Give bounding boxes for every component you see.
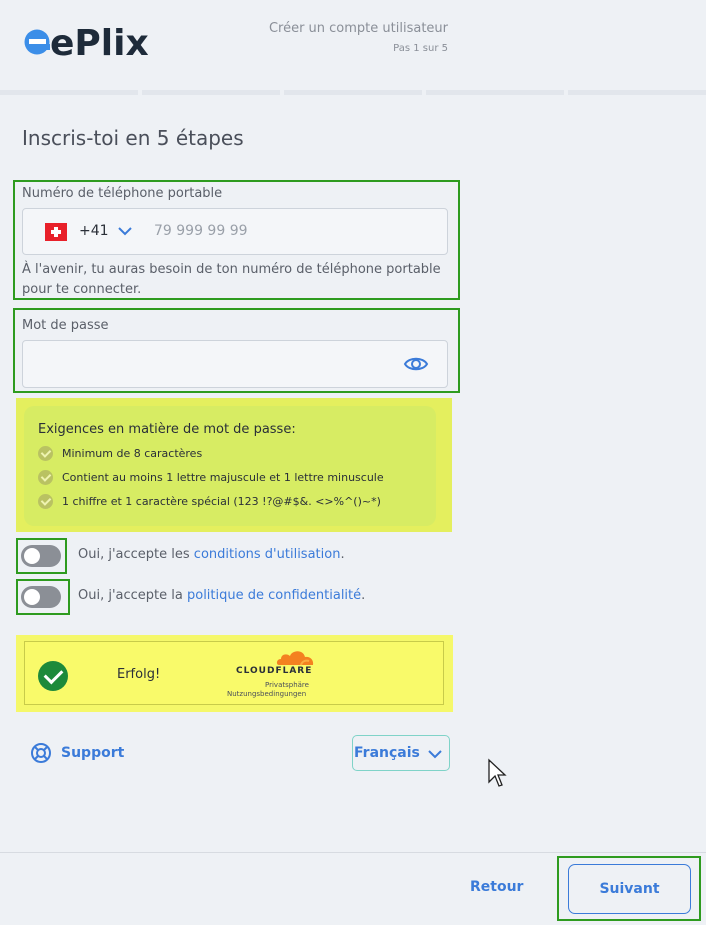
page-title: Inscris-toi en 5 étapes bbox=[22, 126, 244, 150]
next-button[interactable]: Suivant bbox=[568, 864, 691, 914]
header-title: Créer un compte utilisateur bbox=[268, 21, 448, 36]
support-link[interactable]: Support bbox=[30, 742, 124, 764]
requirement-text: Contient au moins 1 lettre majuscule et … bbox=[62, 471, 384, 484]
password-input[interactable] bbox=[22, 340, 448, 388]
support-label: Support bbox=[61, 745, 125, 761]
progress-segment bbox=[568, 90, 706, 95]
captcha-terms-link[interactable]: Nutzungsbedingungen bbox=[227, 690, 306, 698]
language-select[interactable]: Français bbox=[352, 735, 450, 771]
progress-segment bbox=[426, 90, 564, 95]
check-icon bbox=[38, 470, 53, 485]
cloudflare-brand: CLOUDFLARE bbox=[236, 666, 313, 676]
phone-label: Numéro de téléphone portable bbox=[22, 186, 223, 201]
requirement-text: Minimum de 8 caractères bbox=[62, 447, 203, 460]
header-text: Créer un compte utilisateur Pas 1 sur 5 bbox=[269, 21, 448, 54]
lifebuoy-icon bbox=[31, 743, 51, 763]
phone-helper-text: À l'avenir, tu auras besoin de ton numér… bbox=[22, 262, 441, 297]
captcha-widget[interactable]: Erfolg! CLOUDFLARE Privatsphäre Nutzungs… bbox=[24, 641, 444, 705]
progress-segment bbox=[284, 90, 422, 95]
privacy-toggle[interactable] bbox=[21, 586, 61, 608]
progress-segment bbox=[0, 90, 138, 95]
eye-icon[interactable] bbox=[403, 353, 429, 375]
privacy-consent: Oui, j'accepte la politique de confident… bbox=[78, 588, 365, 603]
swiss-flag-icon bbox=[45, 223, 67, 241]
captcha-privacy-link[interactable]: Privatsphäre bbox=[265, 681, 309, 689]
check-icon bbox=[38, 446, 53, 461]
progress-segment bbox=[142, 90, 280, 95]
terms-consent: Oui, j'accepte les conditions d'utilisat… bbox=[78, 547, 345, 562]
phone-placeholder: 79 999 99 99 bbox=[154, 223, 248, 239]
country-code[interactable]: +41 bbox=[79, 223, 109, 239]
back-button[interactable]: Retour bbox=[470, 879, 523, 895]
step-indicator: Pas 1 sur 5 bbox=[393, 43, 448, 54]
toggle-knob bbox=[24, 548, 40, 564]
privacy-suffix: . bbox=[361, 588, 366, 603]
privacy-link[interactable]: politique de confidentialité bbox=[187, 588, 361, 603]
toggle-knob bbox=[24, 589, 40, 605]
logo-text: ePlix bbox=[50, 23, 148, 62]
mouse-cursor-icon bbox=[488, 758, 507, 787]
password-requirements: Exigences en matière de mot de passe: Mi… bbox=[24, 406, 436, 526]
chevron-down-icon bbox=[428, 750, 442, 759]
requirement-item: 1 chiffre et 1 caractère spécial (123 !?… bbox=[38, 494, 381, 509]
success-check-icon bbox=[38, 661, 68, 691]
footer-divider bbox=[0, 852, 706, 853]
password-label: Mot de passe bbox=[22, 318, 109, 333]
header: ePlix Créer un compte utilisateur Pas 1 … bbox=[0, 0, 706, 96]
privacy-prefix: Oui, j'accepte la bbox=[78, 588, 187, 603]
phone-input[interactable]: +41 79 999 99 99 bbox=[22, 208, 448, 255]
terms-toggle[interactable] bbox=[21, 545, 61, 567]
cloudflare-cloud-icon bbox=[276, 651, 314, 666]
requirement-item: Minimum de 8 caractères bbox=[38, 446, 202, 461]
language-value: Français bbox=[354, 745, 420, 761]
captcha-status: Erfolg! bbox=[117, 667, 161, 682]
terms-link[interactable]: conditions d'utilisation bbox=[194, 547, 341, 562]
progress-bar bbox=[0, 90, 706, 95]
terms-prefix: Oui, j'accepte les bbox=[78, 547, 194, 562]
check-icon bbox=[38, 494, 53, 509]
requirement-text: 1 chiffre et 1 caractère spécial (123 !?… bbox=[62, 495, 381, 508]
terms-suffix: . bbox=[340, 547, 345, 562]
eplix-logo: ePlix bbox=[24, 23, 148, 62]
chevron-down-icon[interactable] bbox=[117, 225, 133, 237]
requirement-item: Contient au moins 1 lettre majuscule et … bbox=[38, 470, 384, 485]
requirements-title: Exigences en matière de mot de passe: bbox=[38, 422, 296, 437]
